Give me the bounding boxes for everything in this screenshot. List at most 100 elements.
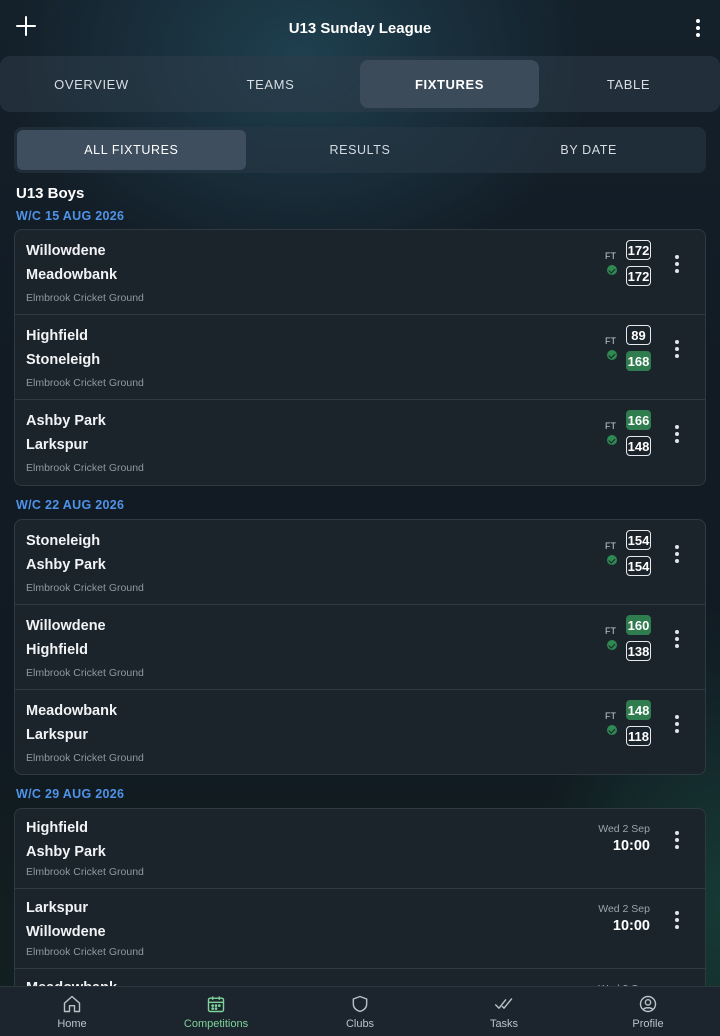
away-team: Meadowbank (26, 267, 118, 283)
nav-competitions[interactable]: Competitions (144, 987, 288, 1036)
venue: Elmbrook Cricket Ground (26, 667, 144, 679)
check-circle-icon (607, 265, 617, 275)
fixture-row[interactable]: Ashby Park Larkspur Elmbrook Cricket Gro… (15, 400, 705, 485)
home-score: 148 (626, 700, 651, 720)
fixture-row[interactable]: Stoneleigh Ashby Park Elmbrook Cricket G… (15, 520, 705, 605)
fixture-row[interactable]: Highfield Ashby Park Elmbrook Cricket Gr… (15, 809, 705, 889)
away-team: Larkspur (26, 437, 89, 453)
subtab-results[interactable]: RESULTS (246, 130, 475, 170)
away-score: 168 (626, 351, 651, 371)
subtab-by-date[interactable]: BY DATE (474, 130, 703, 170)
nav-label: Tasks (489, 1018, 519, 1030)
home-score: 89 (626, 325, 651, 345)
tab-teams[interactable]: TEAMS (181, 60, 360, 108)
away-team: Larkspur (26, 727, 89, 743)
away-score: 138 (626, 641, 651, 661)
fixture-options-icon[interactable] (667, 828, 687, 852)
fixture-options-icon[interactable] (667, 337, 687, 361)
home-team: Ashby Park (26, 413, 106, 429)
home-team: Willowdene (26, 618, 106, 634)
away-team: Willowdene (26, 924, 106, 940)
venue: Elmbrook Cricket Ground (26, 866, 144, 878)
subtab-all-fixtures[interactable]: ALL FIXTURES (17, 130, 246, 170)
page-title: U13 Sunday League (288, 20, 432, 37)
home-team: Larkspur (26, 900, 89, 916)
venue: Elmbrook Cricket Ground (26, 377, 144, 389)
match-status: FT (605, 626, 616, 636)
fixture-options-icon[interactable] (667, 422, 687, 446)
fixture-options-icon[interactable] (667, 627, 687, 651)
week-heading: W/C 22 AUG 2026 (16, 498, 125, 512)
check-circle-icon (607, 435, 617, 445)
bottom-navigation: Home Competitions Clubs Tasks Profile (0, 986, 720, 1036)
user-circle-icon (639, 995, 657, 1013)
calendar-icon (207, 996, 225, 1013)
fixture-row[interactable]: Larkspur Willowdene Elmbrook Cricket Gro… (15, 889, 705, 969)
main-tabs: OVERVIEW TEAMS FIXTURES TABLE (0, 56, 720, 112)
match-status: FT (605, 541, 616, 551)
more-options-icon[interactable] (688, 16, 708, 40)
nav-label: Competitions (183, 1018, 249, 1030)
home-score: 172 (626, 240, 651, 260)
nav-label: Clubs (345, 1018, 375, 1030)
fixture-filter-tabs: ALL FIXTURES RESULTS BY DATE (14, 127, 706, 173)
home-score: 154 (626, 530, 651, 550)
fixture-date: Wed 2 Sep (598, 823, 650, 835)
tab-table[interactable]: TABLE (539, 60, 718, 108)
fixture-card: Stoneleigh Ashby Park Elmbrook Cricket G… (14, 519, 706, 775)
fixture-card: Willowdene Meadowbank Elmbrook Cricket G… (14, 229, 706, 486)
nav-label: Profile (632, 1018, 664, 1030)
fixture-row[interactable]: Highfield Stoneleigh Elmbrook Cricket Gr… (15, 315, 705, 400)
nav-tasks[interactable]: Tasks (432, 987, 576, 1036)
home-icon (63, 995, 81, 1013)
check-circle-icon (607, 350, 617, 360)
nav-profile[interactable]: Profile (576, 987, 720, 1036)
venue: Elmbrook Cricket Ground (26, 462, 144, 474)
shield-icon (352, 995, 368, 1013)
venue: Elmbrook Cricket Ground (26, 292, 144, 304)
fixture-time: 10:00 (612, 918, 650, 934)
home-team: Stoneleigh (26, 533, 101, 549)
home-score: 166 (626, 410, 651, 430)
fixture-time: 10:00 (612, 838, 650, 854)
match-status: FT (605, 711, 616, 721)
tab-fixtures[interactable]: FIXTURES (360, 60, 539, 108)
home-team: Highfield (26, 328, 89, 344)
double-check-icon (494, 998, 513, 1009)
tab-overview[interactable]: OVERVIEW (2, 60, 181, 108)
away-score: 148 (626, 436, 651, 456)
check-circle-icon (607, 640, 617, 650)
nav-label: Home (57, 1018, 87, 1030)
away-team: Ashby Park (26, 844, 106, 860)
venue: Elmbrook Cricket Ground (26, 946, 144, 958)
home-score: 160 (626, 615, 651, 635)
fixture-date: Wed 2 Sep (598, 903, 650, 915)
add-icon[interactable] (14, 14, 38, 38)
fixture-row[interactable]: Meadowbank Larkspur Elmbrook Cricket Gro… (15, 690, 705, 774)
fixture-row[interactable]: Willowdene Meadowbank Elmbrook Cricket G… (15, 230, 705, 315)
fixture-options-icon[interactable] (667, 712, 687, 736)
fixture-options-icon[interactable] (667, 908, 687, 932)
app-header: U13 Sunday League (0, 0, 720, 56)
fixture-options-icon[interactable] (667, 542, 687, 566)
away-score: 172 (626, 266, 651, 286)
week-heading: W/C 15 AUG 2026 (16, 209, 125, 223)
check-circle-icon (607, 555, 617, 565)
match-status: FT (605, 421, 616, 431)
nav-home[interactable]: Home (0, 987, 144, 1036)
fixture-row[interactable]: Willowdene Highfield Elmbrook Cricket Gr… (15, 605, 705, 690)
fixture-options-icon[interactable] (667, 252, 687, 276)
home-team: Meadowbank (26, 703, 118, 719)
away-score: 154 (626, 556, 651, 576)
home-team: Willowdene (26, 243, 106, 259)
away-team: Ashby Park (26, 557, 106, 573)
away-team: Highfield (26, 642, 89, 658)
away-team: Stoneleigh (26, 352, 101, 368)
away-score: 118 (626, 726, 651, 746)
venue: Elmbrook Cricket Ground (26, 582, 144, 594)
nav-clubs[interactable]: Clubs (288, 987, 432, 1036)
match-status: FT (605, 251, 616, 261)
week-heading: W/C 29 AUG 2026 (16, 787, 125, 801)
group-title: U13 Boys (16, 185, 85, 202)
check-circle-icon (607, 725, 617, 735)
